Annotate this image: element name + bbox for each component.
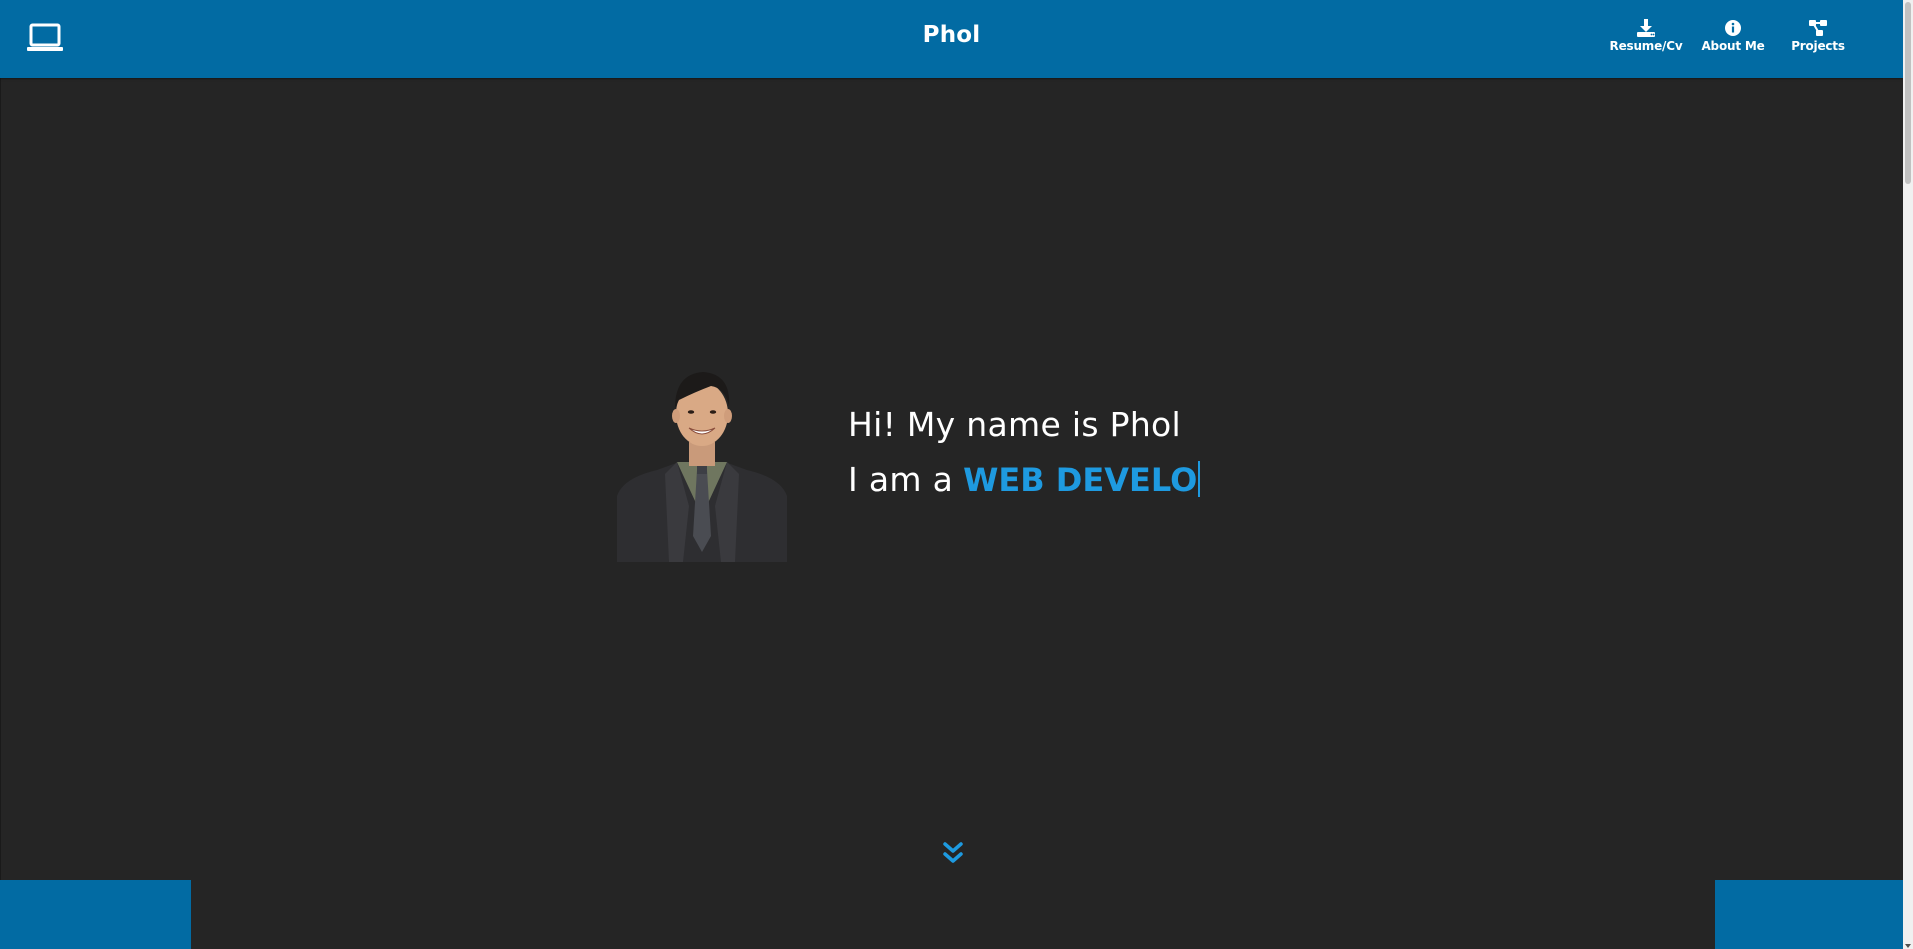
scrollbar-thumb[interactable] (1905, 2, 1911, 184)
nav-item-label: Projects (1791, 39, 1845, 53)
typing-cursor (1198, 461, 1201, 497)
nav-item-resume[interactable]: Resume/Cv (1603, 18, 1689, 53)
info-circle-icon (1723, 18, 1743, 38)
scroll-down-arrow-icon[interactable] (1905, 944, 1911, 948)
nav-item-label: About Me (1701, 39, 1765, 53)
left-edge-divider (0, 78, 1, 949)
chevron-double-down-icon[interactable] (942, 841, 964, 867)
hero-role-line: I am a WEB DEVELO (848, 460, 1201, 499)
project-diagram-icon (1808, 18, 1828, 38)
nav-item-projects[interactable]: Projects (1785, 18, 1851, 53)
nav-item-label: Resume/Cv (1609, 39, 1683, 53)
nav-item-about-me[interactable]: About Me (1698, 18, 1768, 53)
corner-decoration-right (1715, 880, 1903, 949)
hero-greeting: Hi! My name is Phol (848, 405, 1181, 444)
hero-role-prefix: I am a (848, 460, 954, 499)
hero-role-typed: WEB DEVELO (963, 461, 1198, 499)
page: Phol Resume/Cv About Me Projects Hi! My … (0, 0, 1913, 949)
profile-photo (617, 366, 787, 562)
corner-decoration-left (0, 880, 191, 949)
navbar: Phol Resume/Cv About Me Projects (0, 0, 1903, 78)
download-icon (1636, 18, 1656, 38)
page-scrollbar[interactable] (1903, 0, 1913, 949)
nav-menu: Resume/Cv About Me Projects (1603, 18, 1903, 58)
